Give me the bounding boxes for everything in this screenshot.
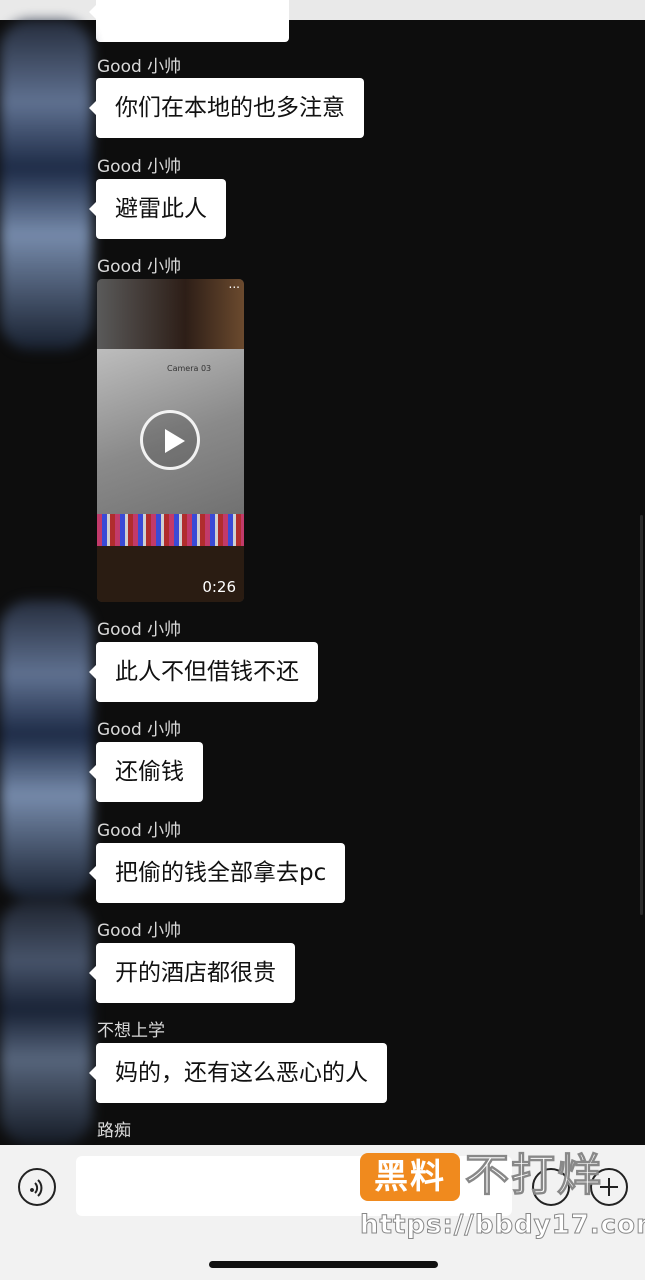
avatar[interactable] [0,20,92,350]
message-bubble[interactable]: 避雷此人 [89,179,226,239]
play-icon[interactable] [140,410,200,470]
message-sender: Good 小帅 [97,620,182,640]
message-sender: Good 小帅 [97,157,182,177]
message-bubble-partial [89,0,289,42]
camera-label: Camera 03 [167,364,212,373]
more-icon: ... [228,279,240,291]
message-bubble[interactable]: 妈的，还有这么恶心的人 [89,1043,387,1103]
message-bubble[interactable]: 开的酒店都很贵 [89,943,295,1003]
message-bubble[interactable]: 此人不但借钱不还 [89,642,318,702]
message-sender: Good 小帅 [97,821,182,841]
message-sender: Good 小帅 [97,57,182,77]
avatar[interactable] [0,900,92,1145]
watermark-badge: 黑料 [360,1153,460,1201]
home-indicator[interactable] [209,1261,438,1268]
watermark-url: https://bbdy17.com [359,1210,645,1241]
message-sender: Good 小帅 [97,921,182,941]
scrollbar[interactable] [640,515,643,915]
message-sender: Good 小帅 [97,257,182,277]
video-message[interactable]: Camera 03 ... 0:26 [97,279,244,602]
message-bubble[interactable]: 你们在本地的也多注意 [89,78,364,138]
voice-icon[interactable] [18,1168,56,1206]
watermark-text: 不打烊 [465,1150,603,1202]
video-duration: 0:26 [202,578,236,596]
message-sender: 路痴 [97,1121,131,1141]
video-thumbnail-top [97,279,244,349]
message-sender: Good 小帅 [97,720,182,740]
avatar[interactable] [0,600,92,900]
message-bubble[interactable]: 还偷钱 [89,742,203,802]
chat-message-list[interactable]: Good 小帅 你们在本地的也多注意 Good 小帅 避雷此人 Good 小帅 … [0,0,645,1145]
video-thumbnail-stripes [97,514,244,546]
message-sender: 不想上学 [97,1021,165,1041]
message-bubble[interactable]: 把偷的钱全部拿去pc [88,843,346,903]
